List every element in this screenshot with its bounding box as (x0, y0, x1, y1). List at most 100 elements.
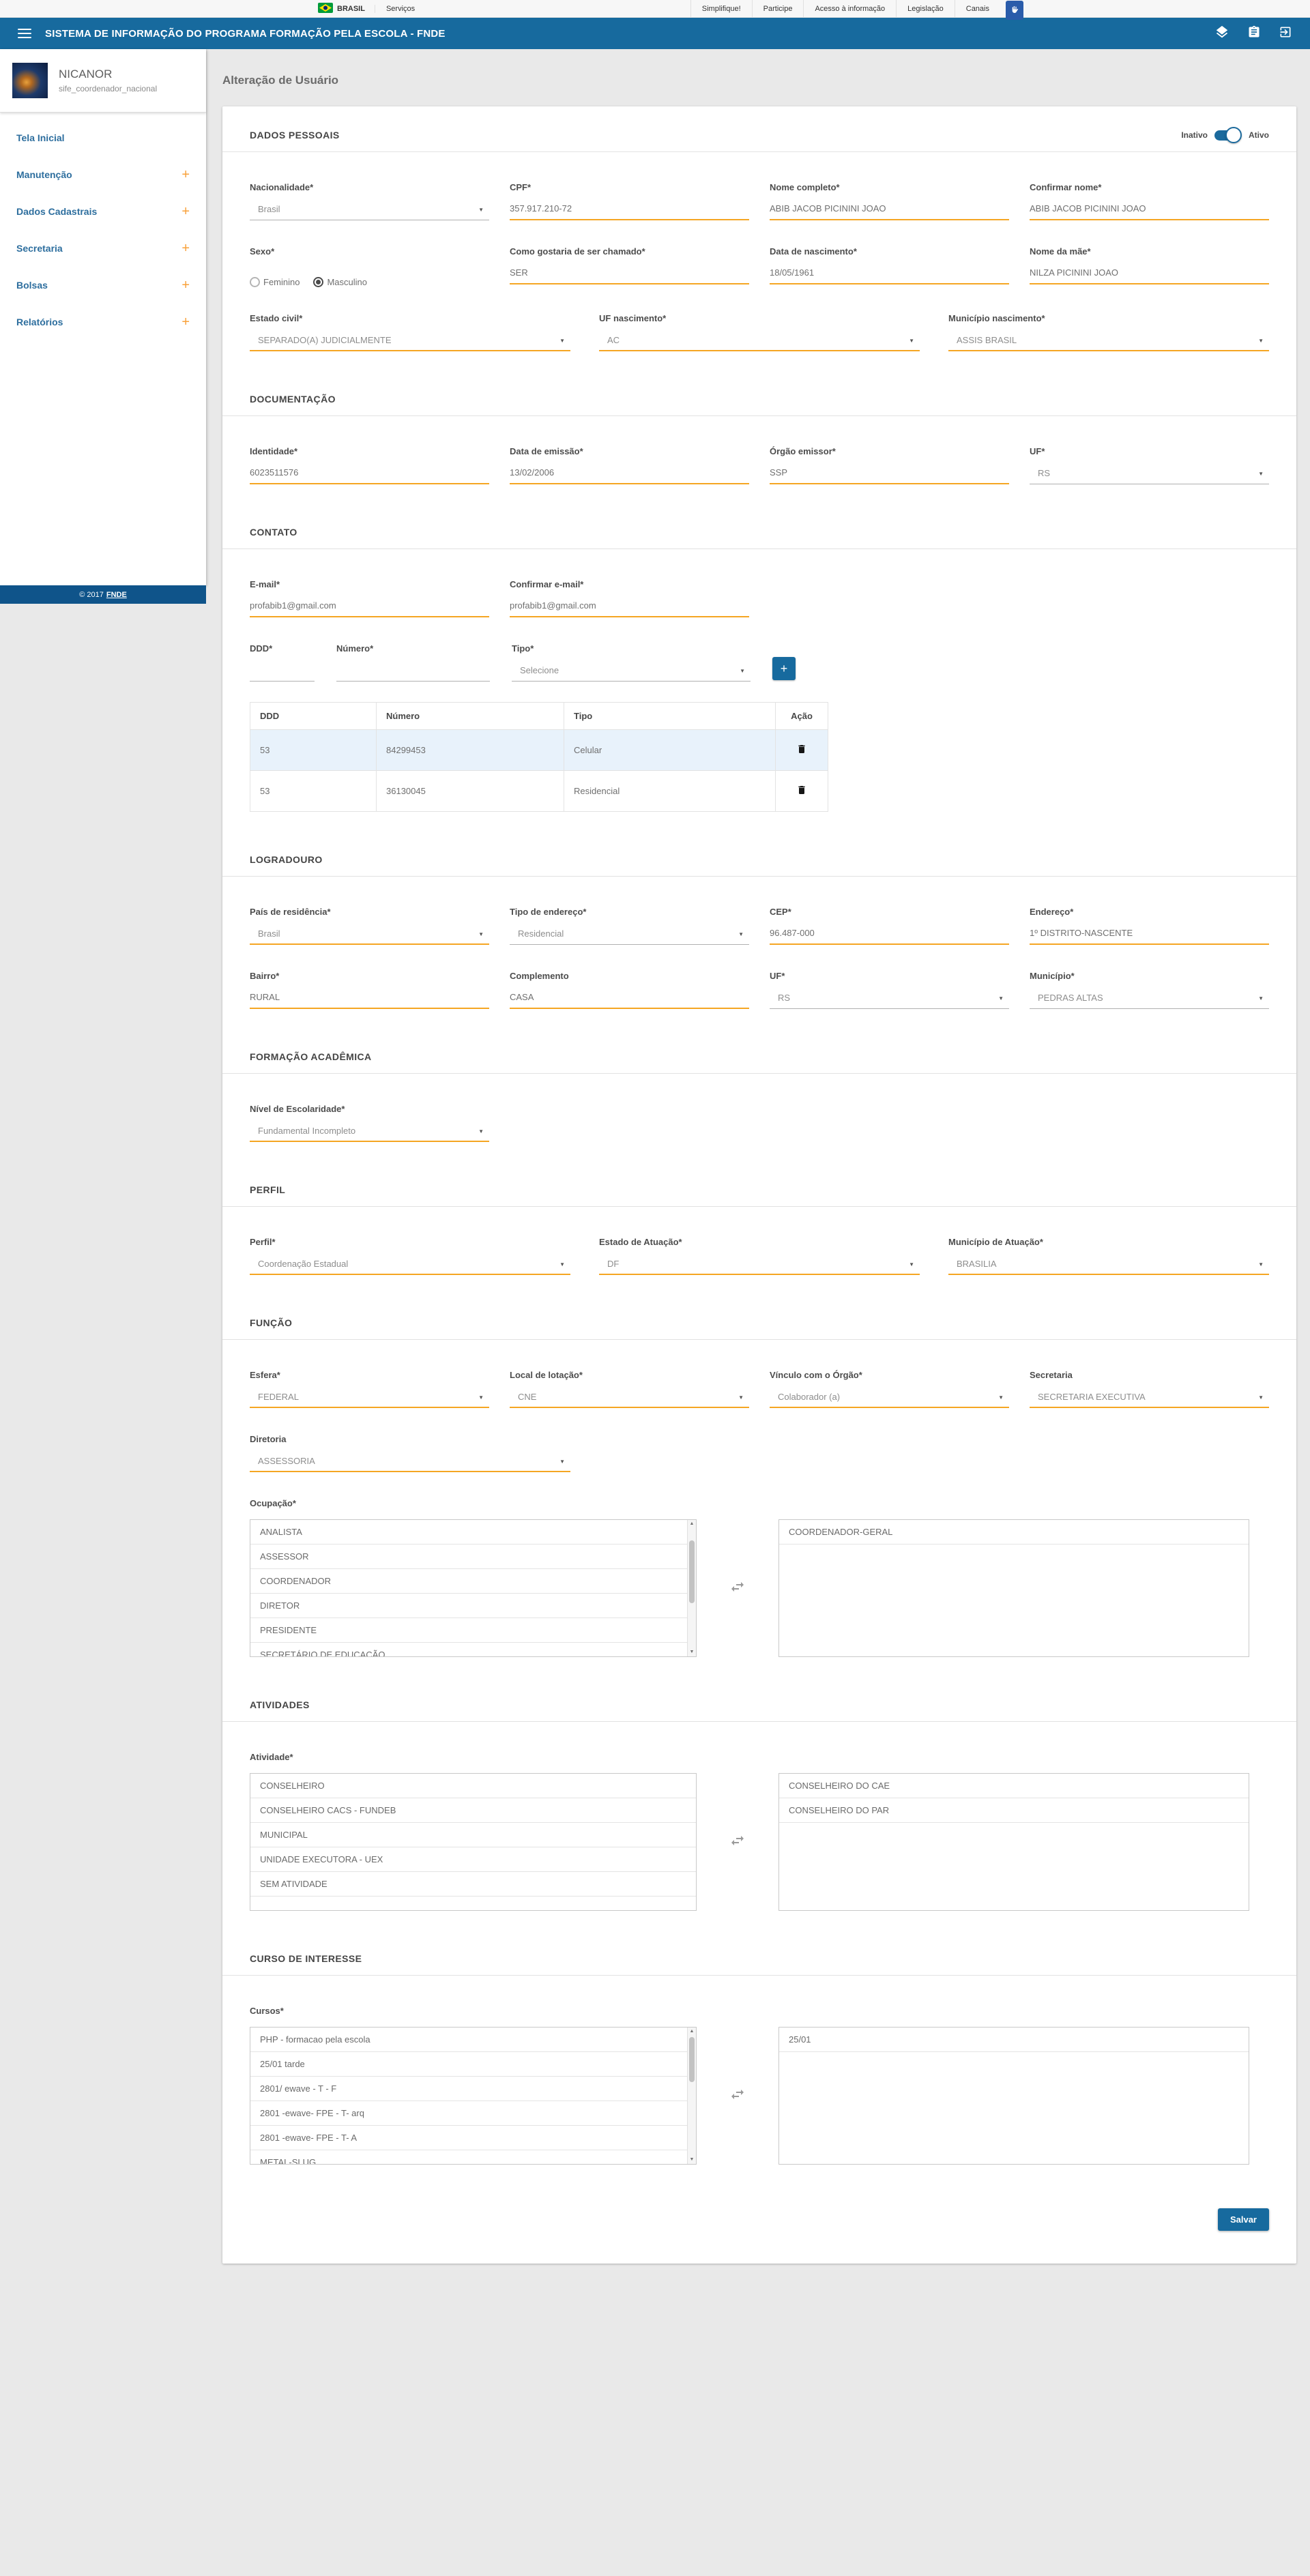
bairro-input[interactable] (250, 991, 489, 1006)
numero-input[interactable] (336, 663, 490, 679)
list-item[interactable]: 25/01 (779, 2028, 1249, 2052)
municipio-nascimento-select[interactable]: ASSIS BRASIL ▼ (948, 333, 1269, 351)
email-input[interactable] (250, 599, 489, 615)
list-item[interactable]: 2801/ ewave - T - F (250, 2077, 696, 2101)
secretaria-select[interactable]: SECRETARIA EXECUTIVA ▼ (1030, 1390, 1269, 1408)
sidebar-item-bolsas[interactable]: Bolsas + (0, 267, 206, 304)
phone-table-row[interactable]: 53 84299453 Celular (250, 730, 828, 771)
save-button[interactable]: Salvar (1218, 2208, 1269, 2231)
vinculo-orgao-select[interactable]: Colaborador (a) ▼ (770, 1390, 1009, 1408)
layers-icon[interactable] (1214, 25, 1229, 43)
sidebar-item-secretaria[interactable]: Secretaria + (0, 230, 206, 267)
sidebar-item-manutencao[interactable]: Manutenção + (0, 156, 206, 193)
gov-link-acesso-informacao[interactable]: Acesso à informação (803, 0, 896, 17)
orgao-emissor-input[interactable] (770, 466, 1009, 482)
list-item[interactable]: 25/01 tarde (250, 2052, 696, 2077)
scroll-up-icon[interactable]: ▲ (688, 2028, 696, 2036)
ocupacao-available-list[interactable]: ANALISTA ASSESSOR COORDENADOR DIRETOR PR… (250, 1519, 697, 1657)
uf-nascimento-select[interactable]: AC ▼ (599, 333, 920, 351)
list-item[interactable]: UNIDADE EXECUTORA - UEX (250, 1847, 696, 1872)
delete-phone-button[interactable] (796, 743, 807, 757)
confirmar-email-input[interactable] (510, 599, 749, 615)
confirmar-nome-input[interactable] (1030, 202, 1269, 218)
clipboard-icon[interactable] (1247, 25, 1261, 42)
list-item[interactable]: ASSESSOR (250, 1545, 696, 1569)
scroll-down-icon[interactable]: ▼ (688, 1648, 696, 1656)
fnde-footer-link[interactable]: FNDE (106, 591, 127, 599)
data-nascimento-input[interactable] (770, 266, 1009, 282)
cpf-input[interactable] (510, 202, 749, 218)
toggle-knob[interactable] (1225, 127, 1242, 143)
uf-logradouro-select[interactable]: RS ▼ (770, 991, 1009, 1009)
add-phone-button[interactable]: + (772, 657, 796, 680)
scrollbar[interactable]: ▲▼ (687, 2028, 696, 2164)
gov-brand[interactable]: BRASIL (308, 3, 375, 15)
endereco-input[interactable] (1030, 926, 1269, 942)
perfil-select[interactable]: Coordenação Estadual ▼ (250, 1257, 570, 1275)
list-item[interactable]: 2801 -ewave- FPE - T- arq (250, 2101, 696, 2126)
list-item[interactable]: SEM ATIVIDADE (250, 1872, 696, 1897)
radio-masculino[interactable]: Masculino (313, 277, 367, 287)
municipio-atuacao-select[interactable]: BRASILIA ▼ (948, 1257, 1269, 1275)
atividade-available-list[interactable]: CONSELHEIRO CONSELHEIRO CACS - FUNDEB MU… (250, 1773, 697, 1911)
pais-residencia-select[interactable]: Brasil ▼ (250, 926, 489, 945)
list-item[interactable]: COORDENADOR-GERAL (779, 1520, 1249, 1545)
scroll-up-icon[interactable]: ▲ (688, 1520, 696, 1528)
gov-link-legislacao[interactable]: Legislação (896, 0, 955, 17)
estado-atuacao-select[interactable]: DF ▼ (599, 1257, 920, 1275)
transfer-arrows-icon[interactable] (729, 1579, 746, 1598)
esfera-select[interactable]: FEDERAL ▼ (250, 1390, 489, 1408)
sidebar-item-relatorios[interactable]: Relatórios + (0, 304, 206, 340)
list-item[interactable]: ANALISTA (250, 1520, 696, 1545)
ocupacao-selected-list[interactable]: COORDENADOR-GERAL (778, 1519, 1249, 1657)
status-toggle[interactable] (1214, 130, 1239, 141)
transfer-arrows-icon[interactable] (729, 2086, 746, 2106)
logout-icon[interactable] (1279, 25, 1292, 42)
list-item[interactable]: METAL-SLUG (250, 2150, 696, 2165)
list-item[interactable]: CONSELHEIRO CACS - FUNDEB (250, 1798, 696, 1823)
menu-hamburger-icon[interactable] (18, 26, 31, 41)
ddd-input[interactable] (250, 663, 315, 679)
gov-link-servicos[interactable]: Serviços (375, 5, 426, 13)
nome-mae-input[interactable] (1030, 266, 1269, 282)
scrollbar-thumb[interactable] (689, 1540, 695, 1603)
transfer-arrows-icon[interactable] (729, 1832, 746, 1852)
cursos-available-list[interactable]: PHP - formacao pela escola 25/01 tarde 2… (250, 2027, 697, 2165)
complemento-input[interactable] (510, 991, 749, 1006)
scrollbar-thumb[interactable] (689, 2037, 695, 2082)
list-item[interactable]: PRESIDENTE (250, 1618, 696, 1643)
nivel-escolaridade-select[interactable]: Fundamental Incompleto ▼ (250, 1124, 489, 1142)
nacionalidade-select[interactable]: Brasil ▼ (250, 202, 489, 220)
list-item[interactable]: COORDENADOR (250, 1569, 696, 1594)
list-item[interactable]: 2801 -ewave- FPE - T- A (250, 2126, 696, 2150)
delete-phone-button[interactable] (796, 784, 807, 798)
diretoria-select[interactable]: ASSESSORIA ▼ (250, 1454, 570, 1472)
gov-link-participe[interactable]: Participe (752, 0, 804, 17)
list-item[interactable]: MUNICIPAL (250, 1823, 696, 1847)
sidebar-item-dados-cadastrais[interactable]: Dados Cadastrais + (0, 193, 206, 230)
list-item[interactable]: PHP - formacao pela escola (250, 2028, 696, 2052)
list-item[interactable]: SECRETÁRIO DE EDUCAÇÃO (250, 1643, 696, 1657)
chamado-input[interactable] (510, 266, 749, 282)
list-item[interactable]: CONSELHEIRO (250, 1774, 696, 1798)
cursos-selected-list[interactable]: 25/01 (778, 2027, 1249, 2165)
uf-documento-select[interactable]: RS ▼ (1030, 466, 1269, 484)
list-item[interactable]: DIRETOR (250, 1594, 696, 1618)
gov-link-canais[interactable]: Canais (955, 0, 1000, 17)
estado-civil-select[interactable]: SEPARADO(A) JUDICIALMENTE ▼ (250, 333, 570, 351)
local-lotacao-select[interactable]: CNE ▼ (510, 1390, 749, 1408)
cep-input[interactable] (770, 926, 1009, 942)
radio-feminino[interactable]: Feminino (250, 277, 300, 287)
list-item[interactable]: CONSELHEIRO DO CAE (779, 1774, 1249, 1798)
vlibras-accessibility-icon[interactable] (1006, 1, 1023, 20)
identidade-input[interactable] (250, 466, 489, 482)
tipo-endereco-select[interactable]: Residencial ▼ (510, 926, 749, 945)
gov-link-simplifique[interactable]: Simplifique! (690, 0, 752, 17)
municipio-logradouro-select[interactable]: PEDRAS ALTAS ▼ (1030, 991, 1269, 1009)
nome-completo-input[interactable] (770, 202, 1009, 218)
scrollbar[interactable]: ▲▼ (687, 1520, 696, 1656)
tipo-telefone-select[interactable]: Selecione ▼ (512, 663, 751, 682)
atividade-selected-list[interactable]: CONSELHEIRO DO CAE CONSELHEIRO DO PAR (778, 1773, 1249, 1911)
data-emissao-input[interactable] (510, 466, 749, 482)
scroll-down-icon[interactable]: ▼ (688, 2156, 696, 2164)
